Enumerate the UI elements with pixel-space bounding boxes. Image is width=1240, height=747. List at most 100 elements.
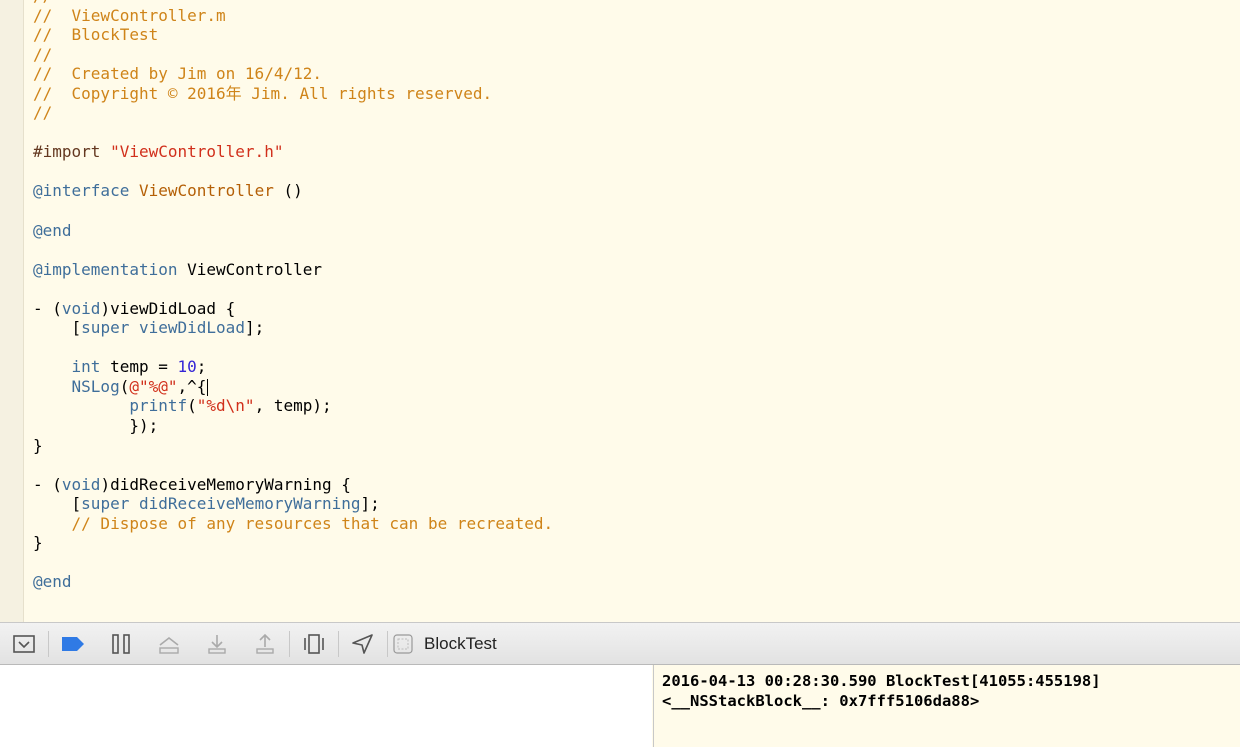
code-token-comment: // Created by Jim on 16/4/12. bbox=[33, 64, 322, 84]
code-line[interactable]: } bbox=[33, 533, 553, 553]
code-token-comment: // bbox=[33, 103, 53, 123]
code-token-keyword: @interface bbox=[33, 181, 130, 201]
code-line[interactable] bbox=[33, 455, 553, 475]
breakpoints-toggle-button[interactable] bbox=[49, 622, 97, 665]
pause-continue-button[interactable] bbox=[97, 622, 145, 665]
code-token-number: 10 bbox=[177, 357, 197, 377]
code-token-plain: ]; bbox=[360, 494, 380, 514]
view-hierarchy-icon bbox=[304, 633, 324, 654]
code-token-method: printf bbox=[129, 396, 188, 416]
code-line[interactable]: @implementation ViewController bbox=[33, 260, 553, 280]
source-editor[interactable]: //// ViewController.m// BlockTest//// Cr… bbox=[0, 0, 1240, 622]
code-line[interactable] bbox=[33, 201, 553, 221]
code-token-method: viewDidLoad bbox=[138, 318, 245, 338]
code-token-string: "%d\n" bbox=[196, 396, 255, 416]
code-token-keyword: super bbox=[81, 318, 130, 338]
code-token-plain: } bbox=[33, 533, 43, 553]
code-line[interactable]: // ViewController.m bbox=[33, 6, 553, 26]
code-token-plain: ( bbox=[119, 376, 130, 396]
code-line[interactable]: // bbox=[33, 103, 553, 123]
code-line[interactable]: // Copyright © 2016年 Jim. All rights res… bbox=[33, 84, 553, 104]
code-line[interactable]: // Dispose of any resources that can be … bbox=[33, 513, 554, 534]
code-token-comment: // ViewController.m bbox=[33, 5, 226, 25]
code-token-plain: - ( bbox=[33, 298, 62, 318]
code-token-plain: [ bbox=[33, 494, 82, 514]
code-token-method: NSLog bbox=[71, 376, 120, 396]
code-line[interactable]: printf("%d\n", temp); bbox=[33, 396, 553, 416]
code-token-plain: )didReceiveMemoryWarning { bbox=[100, 474, 351, 494]
simulate-location-button[interactable] bbox=[339, 622, 387, 665]
pause-icon bbox=[112, 633, 130, 654]
code-line[interactable] bbox=[33, 279, 553, 299]
code-line[interactable]: }); bbox=[33, 416, 553, 436]
code-token-method: didReceiveMemoryWarning bbox=[138, 494, 361, 514]
code-line[interactable]: [super didReceiveMemoryWarning]; bbox=[33, 494, 553, 514]
code-line[interactable] bbox=[33, 553, 553, 573]
code-token-class: ViewController bbox=[138, 181, 274, 201]
code-token-plain: ( bbox=[187, 396, 197, 416]
code-token-macro: #import bbox=[33, 142, 111, 162]
console-line: 2016-04-13 00:28:30.590 BlockTest[41055:… bbox=[662, 672, 1101, 690]
app-target-icon bbox=[393, 633, 413, 654]
step-into-icon bbox=[208, 634, 226, 654]
code-line[interactable]: @end bbox=[33, 572, 553, 592]
code-line[interactable]: - (void)didReceiveMemoryWarning { bbox=[33, 475, 553, 495]
code-line[interactable] bbox=[33, 123, 553, 143]
code-line[interactable]: @interface ViewController () bbox=[33, 181, 553, 201]
debug-bar: BlockTest bbox=[0, 622, 1240, 665]
target-name-label[interactable]: BlockTest bbox=[424, 634, 497, 654]
code-token-string: @"%@" bbox=[129, 376, 178, 396]
code-token-plain: ViewController bbox=[177, 259, 322, 279]
code-token-keyword: @implementation bbox=[33, 259, 178, 279]
code-line[interactable]: NSLog(@"%@",^{ bbox=[33, 377, 553, 397]
code-token-comment: // Copyright © 2016年 Jim. All rights res… bbox=[33, 83, 493, 103]
code-token-plain: ; bbox=[196, 357, 207, 377]
code-line[interactable]: @end bbox=[33, 221, 553, 241]
code-line[interactable]: - (void)viewDidLoad { bbox=[33, 299, 553, 319]
code-line[interactable]: #import "ViewController.h" bbox=[33, 142, 553, 162]
code-token-plain: ,^{ bbox=[177, 376, 207, 396]
code-token-plain: } bbox=[33, 435, 43, 455]
code-text-area[interactable]: //// ViewController.m// BlockTest//// Cr… bbox=[33, 0, 553, 592]
code-token-plain: - ( bbox=[33, 474, 62, 494]
code-token-plain: () bbox=[273, 181, 303, 201]
code-token-comment: // bbox=[33, 0, 52, 5]
code-token-plain: }); bbox=[33, 416, 159, 436]
breakpoint-icon bbox=[62, 636, 84, 651]
code-token-keyword: void bbox=[61, 474, 101, 494]
target-selector-button[interactable] bbox=[388, 622, 418, 665]
step-into-button[interactable] bbox=[193, 622, 241, 665]
code-token-keyword: void bbox=[61, 298, 101, 318]
code-line[interactable]: // Created by Jim on 16/4/12. bbox=[33, 64, 553, 84]
code-line[interactable]: } bbox=[33, 436, 553, 456]
code-token-plain: )viewDidLoad { bbox=[100, 298, 236, 318]
code-line[interactable]: // bbox=[33, 45, 553, 65]
code-line[interactable] bbox=[33, 240, 553, 260]
console-output[interactable]: 2016-04-13 00:28:30.590 BlockTest[41055:… bbox=[653, 665, 1240, 747]
code-token-keyword: int bbox=[71, 357, 101, 377]
step-out-button[interactable] bbox=[241, 622, 289, 665]
editor-gutter[interactable] bbox=[0, 0, 24, 622]
code-line[interactable]: int temp = 10; bbox=[33, 357, 553, 377]
code-token-comment: // Dispose of any resources that can be … bbox=[33, 513, 554, 533]
code-line[interactable] bbox=[33, 338, 553, 358]
step-over-button[interactable] bbox=[145, 622, 193, 665]
variables-view[interactable] bbox=[0, 665, 652, 747]
hide-debug-area-button[interactable] bbox=[0, 622, 48, 665]
code-token-comment: // bbox=[33, 44, 53, 64]
code-token-plain: temp = bbox=[100, 357, 178, 377]
code-line[interactable] bbox=[33, 162, 553, 182]
hide-debug-area-icon bbox=[13, 634, 35, 653]
debug-view-hierarchy-button[interactable] bbox=[290, 622, 338, 665]
code-line[interactable]: // BlockTest bbox=[33, 25, 553, 45]
console-line: <__NSStackBlock__: 0x7fff5106da88> bbox=[662, 692, 980, 710]
code-token-plain: ]; bbox=[244, 318, 265, 338]
code-token-keyword: @end bbox=[33, 220, 72, 240]
code-line[interactable]: [super viewDidLoad]; bbox=[33, 318, 553, 338]
